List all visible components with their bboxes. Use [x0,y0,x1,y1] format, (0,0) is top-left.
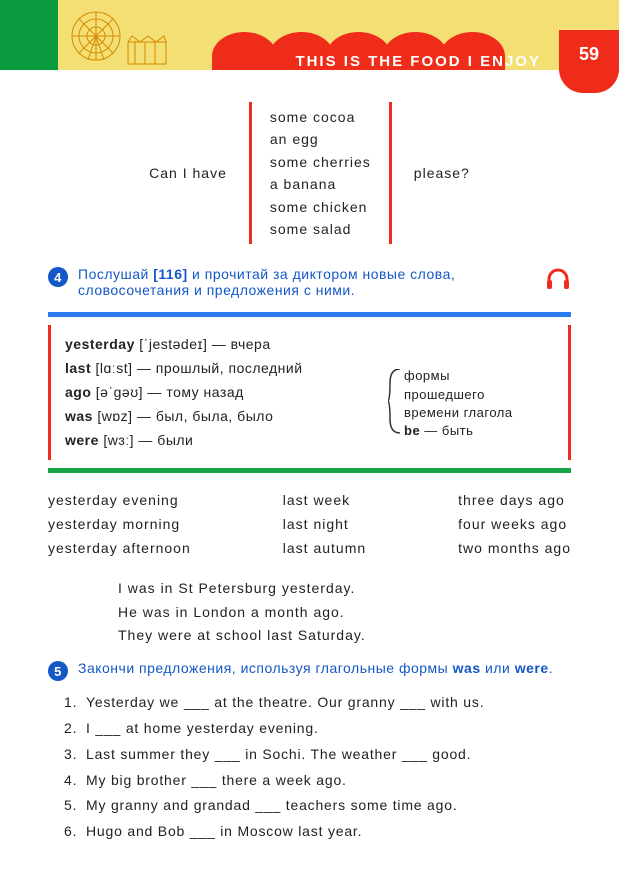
ferris-wheel-illustration [60,8,170,70]
textbook-page: THIS IS THE FOOD I ENJOY 59 Can I have s… [0,0,619,876]
task-4: 4 Послушай [116] и прочитай за диктором … [48,266,571,298]
task-5-text: Закончи предложения, используя глагольны… [78,660,553,676]
food-item: some cocoa [270,106,371,128]
page-content: Can I have some cocoa an egg some cherri… [0,70,619,844]
vocab-list: yesterday [ˈjestədeɪ] — вчера last [lɑːs… [65,333,394,452]
task-5: 5 Закончи предложения, используя глаголь… [48,660,571,681]
time-col-1: yesterday evening yesterday morning yest… [48,489,191,560]
food-item: some chicken [270,196,371,218]
unit-title: THIS IS THE FOOD I ENJOY [295,53,541,70]
vocabulary-box: yesterday [ˈjestədeɪ] — вчера last [lɑːs… [48,312,571,473]
page-header: THIS IS THE FOOD I ENJOY 59 [0,0,619,70]
food-item: some cherries [270,151,371,173]
exercise-item: Hugo and Bob ___ in Moscow last year. [82,820,571,844]
time-col-3: three days ago four weeks ago two months… [458,489,571,560]
vocab-entry: were [wɜː] — были [65,429,394,453]
exercise-item: My big brother ___ there a week ago. [82,769,571,793]
task-4-text: Послушай [116] и прочитай за диктором но… [78,266,545,298]
exercise-item: My granny and grandad ___ teachers some … [82,794,571,818]
exercise-item: I ___ at home yesterday evening. [82,717,571,741]
example-sentences: I was in St Petersburg yesterday. He was… [118,577,571,648]
exercise-item: Yesterday we ___ at the theatre. Our gra… [82,691,571,715]
can-i-have-left: Can I have [149,165,227,181]
can-i-have-items: some cocoa an egg some cherries a banana… [249,102,392,244]
task-number-badge: 4 [48,267,68,287]
exercise-item: Last summer they ___ in Sochi. The weath… [82,743,571,767]
vocab-entry: yesterday [ˈjestədeɪ] — вчера [65,333,394,357]
vocab-entry: last [lɑːst] — прошлый, последний [65,357,394,381]
vocab-entry: was [wɒz] — был, была, было [65,405,394,429]
exercise-5-list: Yesterday we ___ at the theatre. Our gra… [82,691,571,844]
can-i-have-box: Can I have some cocoa an egg some cherri… [48,102,571,244]
can-i-have-right: please? [414,165,470,181]
vocab-note: формы прошедшего времени глагола be — бы… [394,333,554,452]
brace-icon [388,369,402,439]
task-number-badge: 5 [48,661,68,681]
vocab-entry: ago [əˈɡəʊ] — тому назад [65,381,394,405]
time-expressions: yesterday evening yesterday morning yest… [48,489,571,560]
time-col-2: last week last night last autumn [283,489,366,560]
food-item: some salad [270,218,371,240]
food-item: an egg [270,128,371,150]
headphones-icon [545,266,571,295]
page-number: 59 [559,30,619,93]
food-item: a banana [270,173,371,195]
